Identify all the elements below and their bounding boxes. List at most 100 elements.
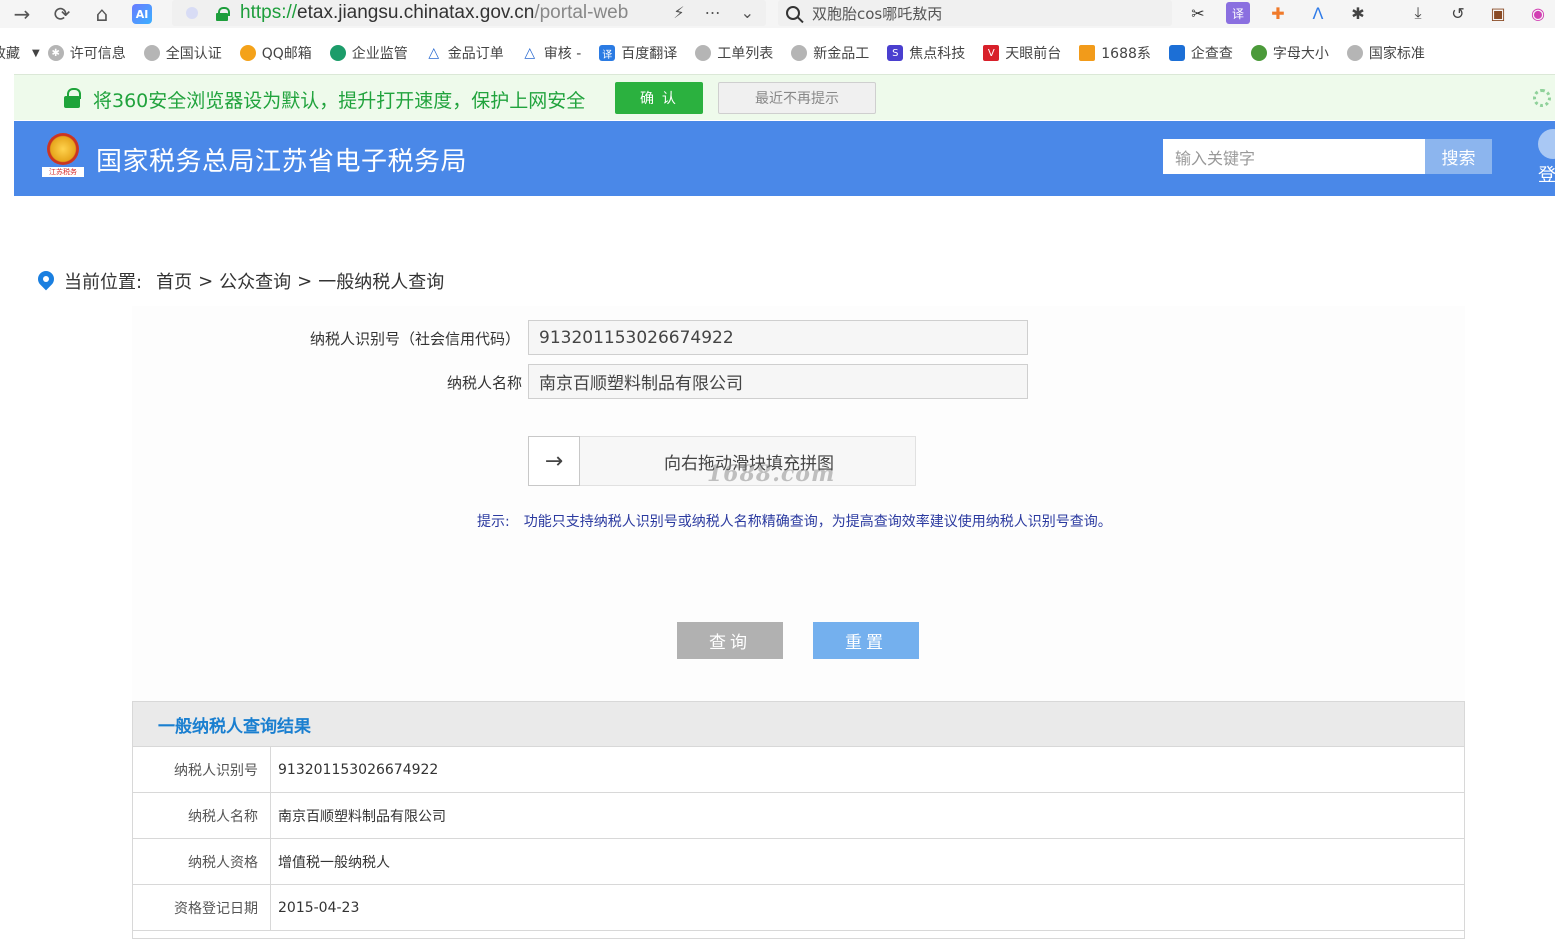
bookmark-item[interactable]: S 焦点科技 [887,43,965,63]
more-icon[interactable]: ⋯ [705,3,721,22]
taxpayer-id-label: 纳税人识别号（社会信用代码） [310,330,521,348]
triangle-icon: △ [524,45,536,61]
banner-confirm-button[interactable]: 确 认 [615,82,703,114]
captcha-slider[interactable]: → 向右拖动滑块填充拼图 1688.com [528,436,916,487]
briefcase-icon[interactable]: ▣ [1486,2,1510,24]
bookmark-item[interactable]: V 天眼前台 [983,43,1061,63]
bookmark-item[interactable]: ✱ 许可信息 [47,43,126,63]
tianyan-icon: V [983,45,1000,61]
download-icon[interactable]: ⤓ [1406,2,1430,24]
ai-assistant-icon[interactable]: ◉ [1526,2,1550,24]
bookmark-favorites[interactable]: 收藏▼ [0,43,40,63]
bookmark-globe-icon [1346,45,1363,61]
bookmark-item[interactable]: △ 金品订单 [426,43,503,63]
table-row: 资格登记日期 2015-04-23 [133,885,1464,931]
bookmark-item[interactable]: 字母大小 [1250,43,1329,63]
baidu-translate-icon: 译 [599,45,616,61]
frog-icon [1250,45,1267,61]
browser-search-text: 双胞胎cos哪吒敖丙 [812,4,943,23]
default-browser-banner: 将360安全浏览器设为默认，提升打开速度，保护上网安全 确 认 最近不再提示 [14,74,1555,120]
game-icon[interactable]: ✚ [1266,2,1290,24]
bookmark-item[interactable]: 译百度翻译 [599,43,677,63]
search-icon [786,6,800,20]
table-row: 纳税人识别号 913201153026674922 [133,747,1464,793]
query-button[interactable]: 查询 [677,622,783,659]
site-search-input[interactable]: 输入关键字 [1163,139,1425,174]
site-info-icon[interactable] [186,7,198,19]
bookmark-globe-icon [143,45,160,61]
bookmark-item[interactable]: 企业监管 [329,43,408,63]
breadcrumb: 当前位置: 首页 > 公众查询 > 一般纳税人查询 [38,268,444,294]
result-table: 一般纳税人查询结果 纳税人识别号 913201153026674922 纳税人名… [132,701,1465,939]
emblem-caption: 江苏税务 [42,167,84,177]
address-bar[interactable]: https://etax.jiangsu.chinatax.gov.cn/por… [172,0,766,26]
site-search-button[interactable]: 搜索 [1425,139,1492,174]
bookmark-item[interactable]: 新金品工 [791,43,869,63]
site-title: 国家税务总局江苏省电子税务局 [96,147,468,177]
undo-icon[interactable]: ↺ [1446,2,1470,24]
row-value: 增值税一般纳税人 [278,854,390,871]
bookmark-globe-icon [695,45,712,61]
taxpayer-name-label: 纳税人名称 [446,374,522,392]
site-header: 江苏税务 国家税务总局江苏省电子税务局 输入关键字 搜索 登 [14,121,1555,196]
reload-icon[interactable]: ⟳ [42,0,82,28]
browser-search-box[interactable]: 双胞胎cos哪吒敖丙 [778,0,1172,26]
bookmark-item[interactable]: 1688系 [1079,43,1151,63]
triangle-icon: △ [428,45,440,61]
table-row: 纳税人资格 增值税一般纳税人 [133,839,1464,885]
qq-mail-icon [239,45,256,61]
emblem-logo: 江苏税务 [42,133,84,183]
home-icon[interactable]: ⌂ [82,0,122,28]
row-key: 纳税人识别号 [133,747,271,792]
row-key: 纳税人资格 [133,839,271,884]
bookmarks-bar: 收藏▼ ✱许可信息 全国认证 QQ邮箱 企业监管 △金品订单 △审核 - 译百度… [0,36,1555,70]
breadcrumb-public-query[interactable]: 公众查询 [219,268,291,294]
query-form: 纳税人识别号（社会信用代码） 913201153026674922 纳税人名称 … [132,306,1465,701]
lightning-icon[interactable]: ⚡ [673,3,684,22]
url-text: https://etax.jiangsu.chinatax.gov.cn/por… [240,2,629,23]
bookmark-item[interactable]: QQ邮箱 [239,43,312,63]
bookmark-item[interactable]: 工单列表 [695,43,773,63]
qichacha-icon [1168,45,1185,61]
bookmark-item[interactable]: 全国认证 [143,43,222,63]
tip-text: 功能只支持纳税人识别号或纳税人名称精确查询，为提高查询效率建议使用纳税人识别号查… [523,514,1112,530]
ai-icon[interactable]: AI [122,0,162,28]
ai-badge: AI [132,4,152,24]
watermark: 1688.com [707,461,836,487]
bookmark-item[interactable]: 企查查 [1168,43,1233,63]
forward-icon[interactable]: → [2,0,42,28]
location-pin-icon [38,271,54,291]
translate-icon[interactable]: 译 [1226,2,1250,24]
breadcrumb-home[interactable]: 首页 [156,268,192,294]
login-link[interactable]: 登 [1538,161,1555,187]
taxpayer-id-input[interactable]: 913201153026674922 [528,320,1028,355]
lock-icon [216,6,230,21]
banner-dismiss-button[interactable]: 最近不再提示 [718,82,876,114]
browser-extensions: ✂ 译 ✚ Ʌ ✱ ⤓ ↺ ▣ ◉ [1186,0,1550,26]
bookmark-item[interactable]: 国家标准 [1346,43,1425,63]
gear-icon[interactable] [1533,89,1551,107]
taxpayer-name-input[interactable]: 南京百顺塑料制品有限公司 [528,364,1028,399]
banner-text: 将360安全浏览器设为默认，提升打开速度，保护上网安全 [93,90,586,112]
row-value: 2015-04-23 [278,899,360,916]
row-key: 资格登记日期 [133,885,271,930]
row-value: 913201153026674922 [278,761,439,778]
slider-arrow-icon[interactable]: → [528,436,580,486]
row-key: 纳税人名称 [133,793,271,838]
url-actions: ⚡ ⋯ ⌄ [673,3,754,22]
ai-writing-icon[interactable]: Ʌ [1306,2,1330,24]
chevron-down-icon: ▼ [32,47,40,59]
extensions-icon[interactable]: ✱ [1346,2,1370,24]
user-icon[interactable] [1538,129,1555,159]
chevron-down-icon[interactable]: ⌄ [741,3,754,22]
scissors-icon[interactable]: ✂ [1186,2,1210,24]
breadcrumb-current: 一般纳税人查询 [318,272,445,293]
bookmark-item[interactable]: △ 审核 - [522,43,581,63]
result-title: 一般纳税人查询结果 [133,702,1464,747]
bookmark-gear-icon: ✱ [47,45,64,61]
breadcrumb-separator: > [198,270,214,292]
breadcrumb-separator: > [297,270,313,292]
national-emblem-icon [47,133,79,165]
reset-button[interactable]: 重置 [813,622,919,659]
tip-label: 提示: [477,514,510,530]
